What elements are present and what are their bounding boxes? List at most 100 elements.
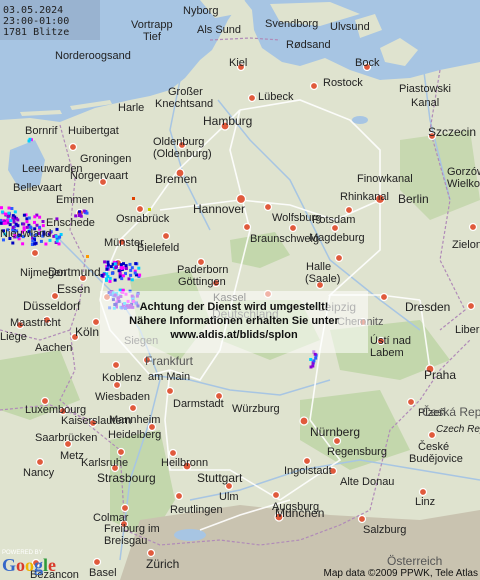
map-label: Svendborg [265,18,318,30]
map-label: Wielkopolski [447,178,480,190]
lightning-strike [148,208,151,211]
lightning-strike [9,219,13,223]
lightning-strike [21,242,25,246]
map-attribution: Map data ©2009 PPWK, Tele Atlas [323,568,479,579]
map-label: Paderborn [177,264,228,276]
lightning-strike [108,279,112,283]
map-label: Budějovice [409,453,463,465]
lightning-strike [113,278,117,282]
map-label: Maastricht [10,317,61,329]
lightning-strike [82,209,86,213]
map-label: Alte Donau [340,476,394,488]
lightning-strike [41,224,45,228]
map-label: Nyborg [183,5,218,17]
map-label: Berlin [398,192,429,206]
info-box: 03.05.2024 23:00-01:00 1781 Blitze [0,0,100,40]
map-label: Dresden [405,300,450,314]
lake-muritz [352,116,368,124]
google-logo: Google [2,555,57,575]
map-label: Salzburg [363,524,406,536]
notice-line-3[interactable]: www.aldis.at/blids/splon [100,329,368,342]
map-label: Oldenburg [153,136,204,148]
lightning-strike [105,278,108,282]
map-label: Bock [355,57,380,69]
lightning-strike [0,210,4,214]
map-label: Heidelberg [108,429,161,441]
map-label: Mannheim [109,414,160,426]
lightning-strike [128,262,132,266]
map-label: Reutlingen [170,504,223,516]
map-label: Würzburg [232,403,280,415]
lightning-strike [2,221,6,225]
map-label: Rødsand [286,39,331,51]
map-label: Česká Rep [422,404,480,419]
map-label: Bielefeld [137,242,179,254]
lightning-strike [16,218,20,222]
lightning-strike [10,207,14,210]
lightning-strike [124,264,128,268]
map-label: Bornrif [25,125,58,137]
map-label: (Oldenburg) [153,148,212,160]
map-label: Zürich [146,557,179,571]
lightning-strike [113,262,117,266]
lightning-strike [133,271,137,275]
notice-line-1: Achtung der Dienst wird umgestellt! [139,301,329,313]
map-label: Ingolstadt [284,465,332,477]
map-label: Osnabrück [116,213,170,225]
map-label: Großer [168,86,203,98]
map-label: Tief [143,31,162,43]
map-label: Bellevaart [13,182,62,194]
lightning-strike [129,268,133,272]
map-label: Darmstadt [173,398,224,410]
map-label: Karlsruhe [81,457,128,469]
map-label: Hamburg [203,114,252,128]
lightning-strike [106,260,110,264]
map-label: Ulvsund [330,21,370,33]
lightning-strike [313,352,317,356]
lightning-strike [22,222,26,226]
lightning-strike [105,267,109,271]
map-label: Köln [75,325,99,339]
service-notice: Achtung der Dienst wird umgestellt! Nähe… [100,291,368,353]
map-label: Labem [370,347,404,359]
map-label: Dortmund [48,265,101,279]
lightning-strike [115,265,118,269]
map-label: Göttingen [178,276,226,288]
map-label: München [275,506,324,520]
map-label: Szczecin [428,125,476,139]
map[interactable]: Nyborg VortrappTief Als Sund Svendborg Ulvsu… [0,0,480,580]
lightning-strike [106,263,110,267]
lightning-strike [14,222,18,226]
map-label: Frankfurt [145,354,194,368]
lake-constance [174,529,206,541]
map-label: Rostock [323,77,363,89]
map-label: Finowkanal [357,173,413,185]
map-label: Breisgau [104,535,147,547]
map-label: Linz [415,496,435,508]
notice-line-2: Nähere Informationen erhalten Sie unter [129,315,339,327]
lightning-strike [7,206,11,210]
map-label: Düsseldorf [23,299,81,313]
lightning-strike [109,265,113,269]
map-label: Stuttgart [197,471,243,485]
map-label: Saarbrücken [35,432,97,444]
lightning-strike [129,273,133,277]
lightning-strike [33,215,37,219]
lightning-strike [41,220,45,223]
lightning-strike [34,241,38,245]
info-date: 03.05.2024 [3,5,64,16]
map-label: Harle [118,102,144,114]
lightning-strike [314,356,318,360]
lightning-strike [38,215,42,219]
map-label: Basel [89,567,117,579]
map-label: Ulm [219,491,239,503]
lightning-strike [27,139,31,143]
lightning-strike [110,271,114,275]
map-label: Rhinkanal [340,191,389,203]
map-label: Bremen [155,172,197,186]
map-label: Potsdam [312,214,355,226]
lightning-strike [44,242,48,246]
lightning-strike [134,262,138,266]
lightning-strike [57,242,61,246]
powered-by-google[interactable]: POWERED BY Google [2,550,62,578]
